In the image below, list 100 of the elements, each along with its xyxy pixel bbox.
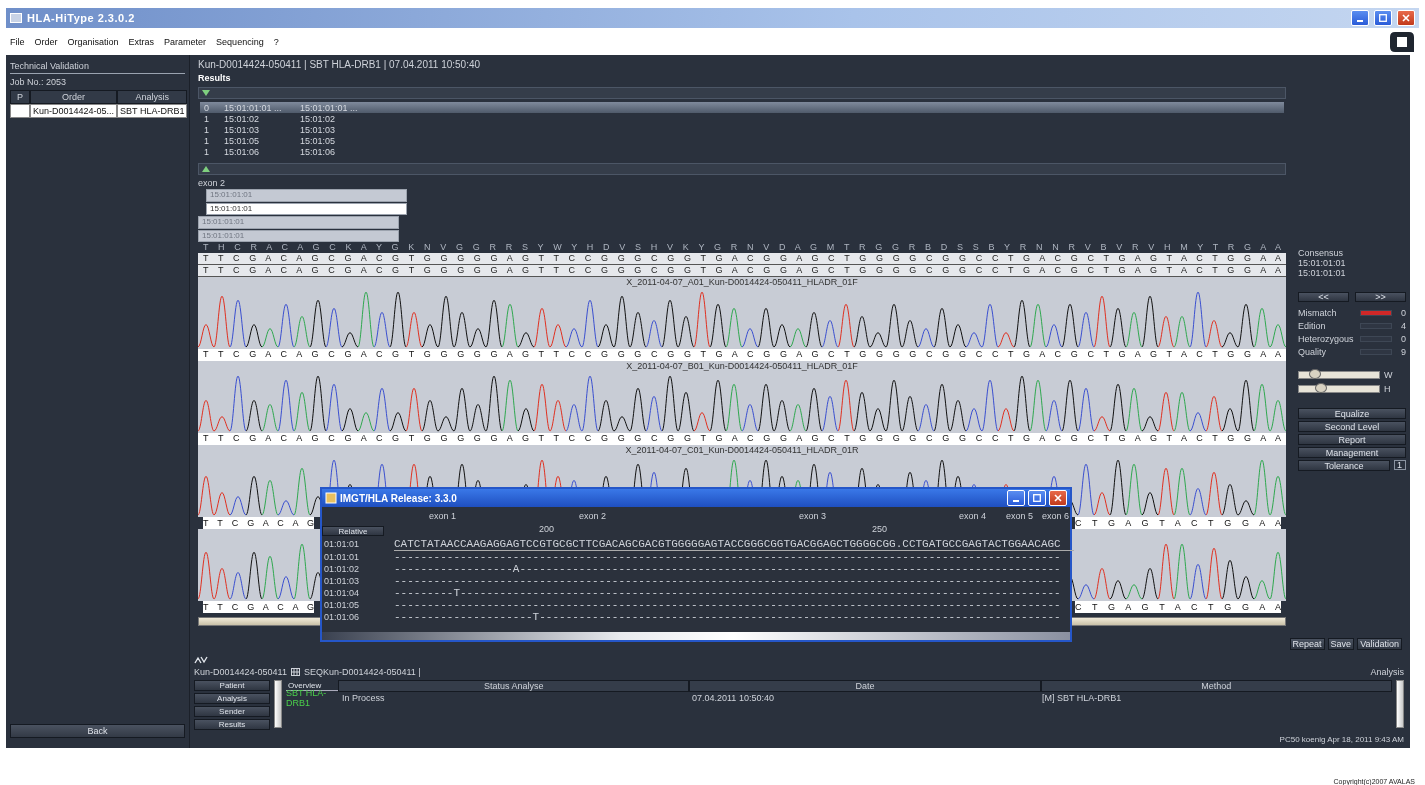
tolerance-field[interactable]: 1 bbox=[1394, 460, 1406, 470]
stat-label: Edition bbox=[1298, 320, 1327, 331]
close-button[interactable] bbox=[1049, 490, 1067, 506]
menu-item[interactable]: Sequencing bbox=[216, 36, 264, 47]
triangle-down-icon bbox=[202, 90, 210, 96]
stat-bar bbox=[1360, 322, 1392, 329]
iupac-sequence-row-text: T H C R A C A G C K A Y G K N V G G R R S Y W Y H D V S H V K Y G R N V D A G M T R G G R B D S S B Y R N N R V B V R V H M Y T R G A A bbox=[202, 242, 1282, 253]
allele-name: 01:01:02 bbox=[323, 563, 361, 575]
base-call-row: T T C G A C A G C G A C G T G G G G G A G T T C C G G G C G G T G A C G G A G C T G G G G C G G C C T G A C G C T G A G T A C T G G A A bbox=[198, 433, 1286, 445]
action-button[interactable]: Management bbox=[1298, 447, 1406, 458]
menu-item[interactable]: ? bbox=[273, 36, 279, 47]
section-title: Results bbox=[198, 73, 232, 85]
menu-item[interactable]: Order bbox=[34, 36, 58, 47]
stat-label: Quality bbox=[1298, 346, 1327, 357]
slider-track[interactable] bbox=[1298, 385, 1380, 393]
slider-label: H bbox=[1384, 384, 1391, 394]
vertical-scrollbar[interactable] bbox=[1396, 680, 1404, 728]
allele-sequence: ----------------------------------------------------------------------------------------------------- bbox=[394, 599, 1062, 611]
nav-button[interactable]: << bbox=[1298, 292, 1349, 302]
column-header: Date bbox=[689, 680, 1041, 692]
allele-sequence: ----------------------------------------------------------------------------------------------------- bbox=[394, 575, 1062, 587]
menu-item[interactable]: Extras bbox=[128, 36, 155, 47]
allele-name: 15:01:01:01 ... bbox=[300, 102, 359, 113]
result-row[interactable]: 0 15:01:01:01 ... 15:01:01:01 ... bbox=[200, 102, 1284, 113]
allele-name: 15:01:06 bbox=[224, 146, 261, 157]
stat-value: 4 bbox=[1400, 320, 1406, 331]
back-button[interactable]: Back bbox=[10, 724, 185, 738]
column-header: Order bbox=[30, 90, 118, 104]
footer-button[interactable]: Save bbox=[1327, 638, 1355, 650]
slider-track[interactable] bbox=[1298, 371, 1380, 379]
horizontal-scrollbar[interactable] bbox=[322, 632, 1070, 640]
allele-bar[interactable]: 15:01:01:01 bbox=[206, 202, 407, 216]
side-tab[interactable]: Results bbox=[194, 719, 270, 730]
maximize-button[interactable] bbox=[1028, 490, 1046, 506]
allele-sequence: ----------------------------------------------------------------------------------------------------- bbox=[394, 551, 1062, 563]
exon-label: exon 2 bbox=[579, 511, 607, 521]
ruler-label: 200 bbox=[539, 524, 555, 534]
allele-name: 15:01:01:01 bbox=[1298, 258, 1347, 268]
footer-button[interactable]: Validation bbox=[1357, 638, 1402, 650]
footer-button[interactable]: Repeat bbox=[1289, 638, 1325, 650]
allele-name: 15:01:01:01 ... bbox=[224, 102, 283, 113]
exon-label: exon 1 bbox=[429, 511, 457, 521]
reference-sequence: CATCTATAACCAAGAGGAGTCCGTGCGCTTCGACAGCGACGTGGGGGAGTACCGGGCGGTGACGGAGCTGGGGCGG.CCTGATGCCGAGTACTGGAACAGC bbox=[394, 538, 1074, 551]
maximize-icon bbox=[1033, 494, 1041, 502]
consensus-sequence-row: T T C G A C A G C G A C G T G G G G G A G T T C C G G G C G G T G A C G G A G C T G G G G C G G C C T G A C G C T G A G T A C T G G A A bbox=[198, 253, 1286, 265]
table-cell-text: In Process bbox=[342, 693, 386, 703]
mismatch-count: 0 bbox=[203, 102, 210, 113]
stat-label: Heterozygous bbox=[1298, 333, 1355, 344]
result-row[interactable]: 1 15:01:02 15:01:02 bbox=[200, 113, 1284, 124]
order-id: Kun-D0014424-050411 bbox=[194, 667, 287, 677]
stat-bar bbox=[1360, 335, 1392, 342]
table-cell-text: [M] SBT HLA-DRB1 bbox=[1042, 693, 1123, 703]
mismatch-count: 1 bbox=[203, 135, 210, 146]
exon-label: exon 5 bbox=[1006, 511, 1034, 521]
side-tab[interactable]: Sender bbox=[194, 706, 270, 717]
menu-item[interactable]: File bbox=[10, 36, 25, 47]
triangle-up-icon bbox=[202, 166, 210, 172]
close-button[interactable] bbox=[1397, 10, 1415, 26]
slider-thumb[interactable] bbox=[1314, 383, 1327, 393]
action-button[interactable]: Report bbox=[1298, 434, 1406, 445]
allele-sequence: ---------T------------------------------------------------------------------------------------------- bbox=[394, 587, 1062, 599]
minimize-button[interactable] bbox=[1351, 10, 1369, 26]
nav-button[interactable]: >> bbox=[1355, 292, 1406, 302]
collapse-arrows-icon[interactable] bbox=[194, 656, 208, 664]
side-tab[interactable]: Analysis bbox=[194, 693, 270, 704]
analysis-label: Analysis bbox=[1370, 667, 1404, 677]
menu-item[interactable]: Organisation bbox=[67, 36, 119, 47]
table-cell[interactable]: SBT HLA-DRB1 bbox=[117, 104, 188, 118]
mismatch-count: 1 bbox=[203, 124, 210, 135]
action-button[interactable]: Equalize bbox=[1298, 408, 1406, 419]
allele-name: 15:01:01:01 bbox=[1298, 268, 1347, 278]
action-button[interactable]: Second Level bbox=[1298, 421, 1406, 432]
slider-label: W bbox=[1384, 370, 1393, 380]
minimize-button[interactable] bbox=[1007, 490, 1025, 506]
close-icon bbox=[1054, 494, 1062, 502]
job-number: Job No.: 2053 bbox=[10, 77, 68, 87]
menu-item[interactable]: Parameter bbox=[164, 36, 207, 47]
relative-button[interactable]: Relative bbox=[322, 526, 384, 536]
allele-name: 15:01:02 bbox=[300, 113, 337, 124]
table-cell[interactable] bbox=[10, 104, 30, 118]
column-header: Analysis bbox=[117, 90, 188, 104]
ruler-label: 250 bbox=[872, 524, 888, 534]
side-tab[interactable]: Patient bbox=[194, 680, 270, 691]
allele-name: 15:01:03 bbox=[300, 124, 337, 135]
maximize-icon bbox=[1379, 14, 1387, 22]
trace-label: X_2011-04-07_C01_Kun-D0014424-050411_HLADR_01R bbox=[625, 445, 859, 456]
result-row[interactable]: 1 15:01:05 15:01:05 bbox=[200, 135, 1284, 146]
grid-icon bbox=[290, 668, 300, 676]
base-call-row: T T C G A C A G bbox=[203, 601, 314, 613]
table-cell[interactable]: Kun-D0014424-05... bbox=[30, 104, 118, 118]
allele-name: 01:01:01 bbox=[323, 538, 361, 550]
result-row[interactable]: 1 15:01:06 15:01:06 bbox=[200, 146, 1284, 157]
result-row[interactable]: 1 15:01:03 15:01:03 bbox=[200, 124, 1284, 135]
minimize-icon bbox=[1013, 500, 1019, 502]
slider-thumb[interactable] bbox=[1309, 369, 1321, 379]
minimize-icon bbox=[1357, 20, 1363, 22]
vertical-scrollbar[interactable] bbox=[274, 680, 282, 728]
allele-sequence: ---------------------T------------------------------------------------------------------------------- bbox=[394, 611, 1062, 623]
maximize-button[interactable] bbox=[1374, 10, 1392, 26]
tolerance-button[interactable]: Tolerance bbox=[1298, 460, 1390, 471]
